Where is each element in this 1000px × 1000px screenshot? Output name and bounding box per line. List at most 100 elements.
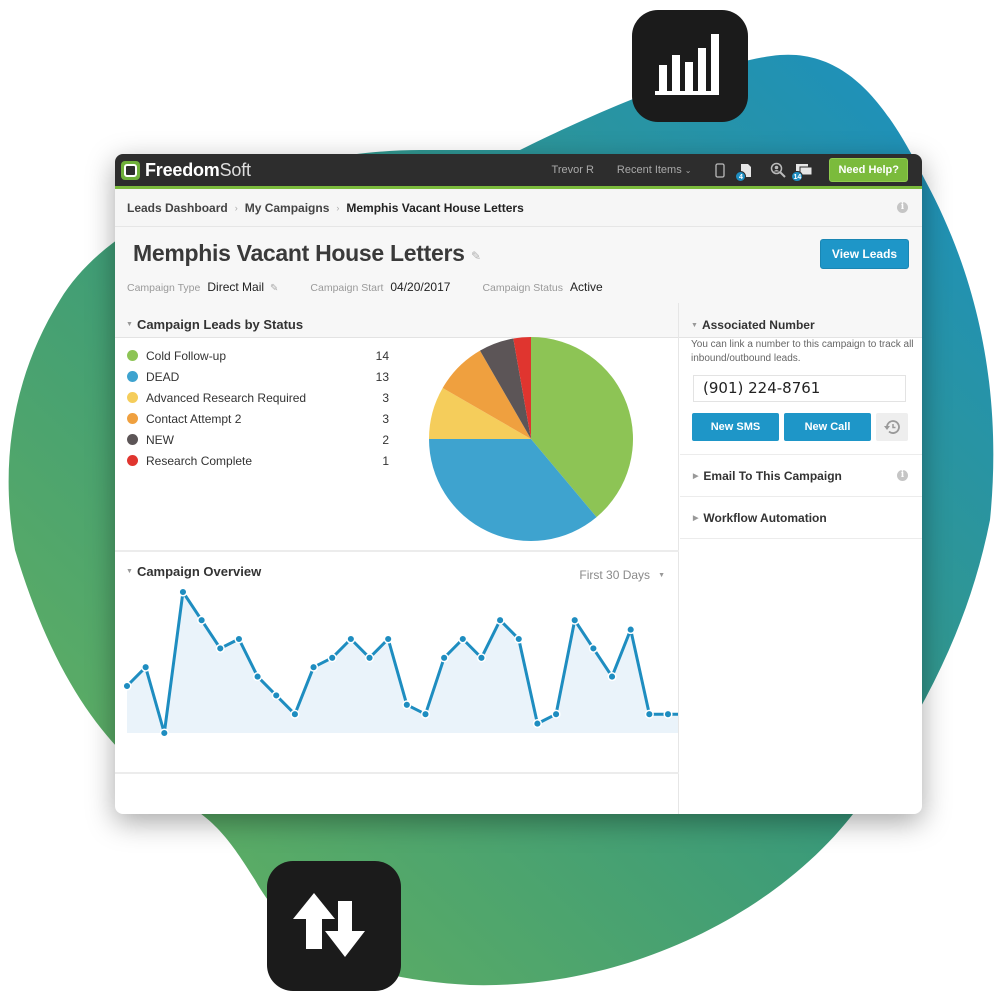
legend-item[interactable]: Contact Attempt 2 3 (127, 408, 389, 429)
up-down-arrows-icon (293, 893, 365, 957)
info-icon[interactable]: i (897, 202, 908, 213)
legend-item[interactable]: Advanced Research Required 3 (127, 387, 389, 408)
overview-data-point[interactable] (402, 700, 412, 710)
breadcrumb: Leads Dashboard › My Campaigns › Memphis… (115, 189, 922, 227)
breadcrumb-my-campaigns[interactable]: My Campaigns (245, 201, 330, 215)
legend-item[interactable]: Research Complete 1 (127, 450, 389, 471)
associated-number-title: Associated Number (701, 318, 815, 332)
info-icon[interactable]: i (897, 470, 908, 481)
breadcrumb-leads-dashboard[interactable]: Leads Dashboard (127, 201, 228, 215)
freedomsoft-logo[interactable]: FreedomSoft (121, 160, 251, 181)
overview-data-point[interactable] (253, 672, 263, 682)
collapse-caret-icon: ▼ (126, 568, 133, 575)
overview-data-point[interactable] (439, 653, 449, 663)
new-sms-button[interactable]: New SMS (692, 413, 779, 441)
search-user-icon (771, 162, 787, 178)
campaign-meta: Campaign Type Direct Mail ✎ Campaign Sta… (127, 280, 609, 294)
search-contacts-button[interactable] (767, 160, 789, 180)
legend-item[interactable]: DEAD 13 (127, 366, 389, 387)
bar-chart-icon (655, 34, 719, 95)
overview-data-point[interactable] (383, 634, 393, 644)
overview-data-point[interactable] (178, 587, 188, 597)
leads-by-status-title: Campaign Leads by Status (136, 317, 304, 332)
overview-area-fill (127, 592, 678, 733)
legend-color-dot (127, 413, 138, 424)
documents-badge: 4 (735, 171, 747, 182)
overview-data-point[interactable] (644, 709, 654, 719)
campaign-overview-panel: ▼ Campaign Overview First 30 Days ▼ (115, 554, 679, 774)
date-range-select[interactable]: First 30 Days ▼ (579, 568, 665, 582)
overview-data-point[interactable] (309, 662, 319, 672)
edit-title-icon[interactable]: ✎ (471, 249, 481, 263)
overview-data-point[interactable] (514, 634, 524, 644)
leads-by-status-panel: ▼ Campaign Leads by Status Cold Follow-u… (115, 303, 679, 552)
workflow-automation-section[interactable]: ▶ Workflow Automation (680, 497, 922, 539)
overview-data-point[interactable] (234, 634, 244, 644)
overview-data-point[interactable] (159, 728, 169, 738)
associated-number-description: You can link a number to this campaign t… (691, 339, 914, 364)
date-range-value: First 30 Days (579, 568, 651, 582)
recent-items-menu[interactable]: Recent Items ⌄ (617, 164, 692, 176)
legend-count: 13 (375, 369, 389, 384)
phone-number-field[interactable]: (901) 224-8761 (693, 375, 906, 402)
overview-data-point[interactable] (215, 643, 225, 653)
overview-data-point[interactable] (290, 709, 300, 719)
need-help-button[interactable]: Need Help? (829, 158, 908, 182)
legend-color-dot (127, 371, 138, 382)
status-pie-chart (429, 337, 633, 541)
history-icon (884, 420, 900, 434)
overview-data-point[interactable] (346, 634, 356, 644)
overview-data-point[interactable] (607, 672, 617, 682)
overview-data-point[interactable] (663, 709, 673, 719)
email-to-campaign-section[interactable]: ▶ Email To This Campaign i (680, 455, 922, 497)
legend-count: 3 (382, 411, 389, 426)
legend-label: DEAD (146, 369, 180, 384)
legend-color-dot (127, 434, 138, 445)
campaign-overview-header[interactable]: ▼ Campaign Overview (126, 564, 261, 579)
overview-data-point[interactable] (327, 653, 337, 663)
recent-items-label: Recent Items (616, 164, 682, 176)
new-call-button[interactable]: New Call (784, 413, 871, 441)
page-title: Memphis Vacant House Letters (133, 240, 465, 266)
overview-data-point[interactable] (570, 615, 580, 625)
campaign-status-label: Campaign Status (482, 282, 563, 294)
documents-button[interactable]: 4 (735, 160, 757, 182)
leads-by-status-header[interactable]: ▼ Campaign Leads by Status (126, 317, 303, 332)
collapse-caret-icon: ▼ (126, 321, 133, 328)
transfer-tile (267, 861, 401, 991)
overview-data-point[interactable] (551, 709, 561, 719)
brand-name: Freedom (145, 159, 220, 180)
associated-number-header[interactable]: ▼ Associated Number (691, 318, 815, 332)
user-menu[interactable]: Trevor R (552, 164, 594, 176)
edit-campaign-type-icon[interactable]: ✎ (270, 283, 278, 294)
legend-color-dot (127, 350, 138, 361)
overview-data-point[interactable] (197, 615, 207, 625)
overview-data-point[interactable] (364, 653, 375, 663)
chevron-down-icon: ⌄ (684, 166, 692, 175)
brand-suffix: Soft (219, 159, 251, 180)
overview-data-point[interactable] (271, 690, 281, 700)
overview-data-point[interactable] (588, 643, 598, 653)
workflow-automation-title: Workflow Automation (703, 510, 827, 525)
legend-color-dot (127, 392, 138, 403)
chevron-down-icon: ▼ (658, 571, 665, 579)
mobile-button[interactable] (709, 160, 731, 180)
status-legend: Cold Follow-up 14 DEAD 13 Advanced Research … (127, 345, 389, 471)
overview-data-point[interactable] (626, 625, 636, 635)
overview-data-point[interactable] (532, 719, 542, 729)
overview-data-point[interactable] (420, 709, 431, 719)
overview-data-point[interactable] (141, 662, 151, 672)
overview-data-point[interactable] (476, 653, 486, 663)
overview-data-point[interactable] (458, 634, 468, 644)
overview-data-point[interactable] (122, 681, 132, 691)
history-button[interactable] (876, 413, 908, 441)
campaign-start-label: Campaign Start (310, 282, 384, 294)
associated-number-panel: ▼ Associated Number You can link a numbe… (680, 303, 922, 455)
messages-button[interactable]: 14 (791, 160, 815, 182)
legend-item[interactable]: Cold Follow-up 14 (127, 345, 389, 366)
view-leads-button[interactable]: View Leads (820, 239, 909, 269)
messages-badge: 14 (791, 171, 804, 182)
legend-item[interactable]: NEW 2 (127, 429, 389, 450)
campaign-type-value: Direct Mail (207, 280, 265, 294)
overview-data-point[interactable] (495, 615, 505, 625)
